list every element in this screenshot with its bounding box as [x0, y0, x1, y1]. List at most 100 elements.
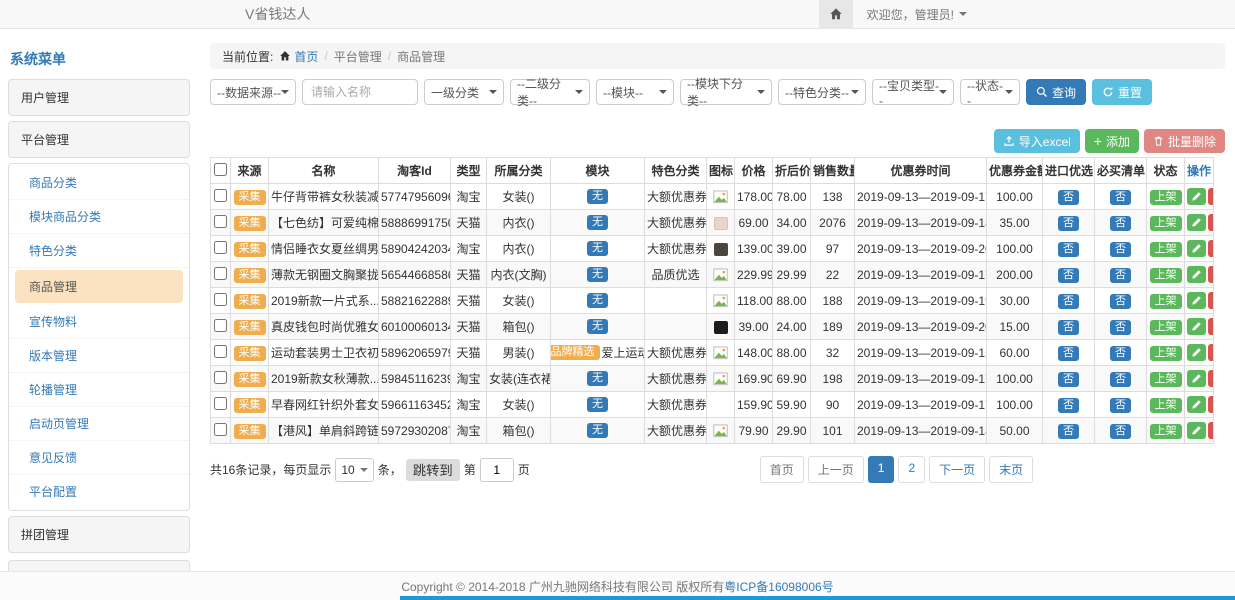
- filter-special-select[interactable]: --特色分类--: [778, 79, 866, 105]
- edit-button[interactable]: [1187, 422, 1206, 439]
- import-toggle[interactable]: 否: [1058, 398, 1079, 413]
- filter-level2-select[interactable]: --二级分类--: [510, 79, 590, 105]
- import-excel-button[interactable]: 导入excel: [994, 129, 1080, 153]
- edit-button[interactable]: [1187, 240, 1206, 257]
- jump-button[interactable]: 跳转到: [406, 459, 460, 481]
- batch-delete-button[interactable]: 批量删除: [1144, 129, 1225, 153]
- must-buy-toggle[interactable]: 否: [1110, 242, 1131, 257]
- add-button[interactable]: + 添加: [1085, 129, 1139, 153]
- must-buy-toggle[interactable]: 否: [1110, 320, 1131, 335]
- status-badge[interactable]: 上架: [1150, 190, 1182, 205]
- module-none-badge[interactable]: 无: [587, 267, 608, 282]
- module-none-badge[interactable]: 无: [587, 371, 608, 386]
- delete-button[interactable]: [1208, 318, 1214, 335]
- page-button-首页[interactable]: 首页: [760, 456, 804, 483]
- edit-button[interactable]: [1187, 188, 1206, 205]
- row-checkbox[interactable]: [214, 345, 227, 358]
- import-toggle[interactable]: 否: [1058, 242, 1079, 257]
- module-none-badge[interactable]: 无: [587, 319, 608, 334]
- row-checkbox[interactable]: [214, 423, 227, 436]
- filter-item-type-select[interactable]: --宝贝类型--: [872, 79, 954, 105]
- edit-button[interactable]: [1187, 344, 1206, 361]
- page-button-1[interactable]: 1: [868, 456, 895, 483]
- status-badge[interactable]: 上架: [1150, 294, 1182, 309]
- module-none-badge[interactable]: 无: [587, 293, 608, 308]
- sidebar-item-1[interactable]: 模块商品分类: [9, 200, 189, 234]
- row-checkbox[interactable]: [214, 293, 227, 306]
- must-buy-toggle[interactable]: 否: [1110, 294, 1131, 309]
- sidebar-item-4[interactable]: 宣传物料: [9, 305, 189, 339]
- delete-button[interactable]: [1208, 188, 1214, 205]
- must-buy-toggle[interactable]: 否: [1110, 216, 1131, 231]
- filter-module-select[interactable]: --模块--: [596, 79, 674, 105]
- edit-button[interactable]: [1187, 266, 1206, 283]
- row-checkbox[interactable]: [214, 397, 227, 410]
- must-buy-toggle[interactable]: 否: [1110, 346, 1131, 361]
- module-none-badge[interactable]: 无: [587, 241, 608, 256]
- bottom-scrollbar[interactable]: [400, 596, 1235, 600]
- edit-button[interactable]: [1187, 318, 1206, 335]
- delete-button[interactable]: [1208, 396, 1214, 413]
- user-menu[interactable]: 欢迎您，管理员!: [867, 6, 967, 23]
- edit-button[interactable]: [1187, 214, 1206, 231]
- must-buy-toggle[interactable]: 否: [1110, 268, 1131, 283]
- query-button[interactable]: 查询: [1026, 79, 1086, 105]
- must-buy-toggle[interactable]: 否: [1110, 398, 1131, 413]
- home-button[interactable]: [819, 0, 853, 28]
- module-badge[interactable]: 品牌精选: [551, 345, 600, 360]
- status-badge[interactable]: 上架: [1150, 320, 1182, 335]
- delete-button[interactable]: [1208, 292, 1214, 309]
- module-none-badge[interactable]: 无: [587, 215, 608, 230]
- status-badge[interactable]: 上架: [1150, 372, 1182, 387]
- row-checkbox[interactable]: [214, 189, 227, 202]
- filter-source-select[interactable]: --数据来源--: [210, 79, 296, 105]
- select-all-checkbox[interactable]: [214, 163, 227, 176]
- row-checkbox[interactable]: [214, 319, 227, 332]
- import-toggle[interactable]: 否: [1058, 216, 1079, 231]
- filter-module-sub-select[interactable]: --模块下分类--: [680, 79, 772, 105]
- row-checkbox[interactable]: [214, 215, 227, 228]
- module-none-badge[interactable]: 无: [587, 189, 608, 204]
- page-button-下一页[interactable]: 下一页: [929, 456, 985, 483]
- row-checkbox[interactable]: [214, 241, 227, 254]
- import-toggle[interactable]: 否: [1058, 372, 1079, 387]
- status-badge[interactable]: 上架: [1150, 216, 1182, 231]
- import-toggle[interactable]: 否: [1058, 268, 1079, 283]
- edit-button[interactable]: [1187, 370, 1206, 387]
- delete-button[interactable]: [1208, 266, 1214, 283]
- sidebar-item-7[interactable]: 启动页管理: [9, 407, 189, 441]
- delete-button[interactable]: [1208, 344, 1214, 361]
- edit-button[interactable]: [1187, 292, 1206, 309]
- filter-status-select[interactable]: --状态--: [960, 79, 1020, 105]
- filter-level1-select[interactable]: 一级分类: [424, 79, 504, 105]
- page-button-末页[interactable]: 末页: [989, 456, 1033, 483]
- delete-button[interactable]: [1208, 240, 1214, 257]
- status-badge[interactable]: 上架: [1150, 242, 1182, 257]
- status-badge[interactable]: 上架: [1150, 424, 1182, 439]
- status-badge[interactable]: 上架: [1150, 268, 1182, 283]
- sidebar-item-0[interactable]: 商品分类: [9, 166, 189, 200]
- delete-button[interactable]: [1208, 422, 1214, 439]
- sidebar-group-platform[interactable]: 平台管理: [8, 121, 190, 158]
- delete-button[interactable]: [1208, 214, 1214, 231]
- icp-link[interactable]: 粤ICP备16098006号: [724, 578, 833, 595]
- sidebar-group-users[interactable]: 用户管理: [8, 79, 190, 116]
- jump-page-input[interactable]: [480, 458, 514, 482]
- sidebar-item-9[interactable]: 平台配置: [9, 475, 189, 508]
- row-checkbox[interactable]: [214, 371, 227, 384]
- page-button-2[interactable]: 2: [898, 456, 925, 483]
- import-toggle[interactable]: 否: [1058, 346, 1079, 361]
- import-toggle[interactable]: 否: [1058, 320, 1079, 335]
- edit-button[interactable]: [1187, 396, 1206, 413]
- page-button-上一页[interactable]: 上一页: [808, 456, 864, 483]
- sidebar-item-2[interactable]: 特色分类: [9, 234, 189, 268]
- filter-name-input[interactable]: [302, 79, 418, 105]
- status-badge[interactable]: 上架: [1150, 346, 1182, 361]
- import-toggle[interactable]: 否: [1058, 294, 1079, 309]
- delete-button[interactable]: [1208, 370, 1214, 387]
- sidebar-item-6[interactable]: 轮播管理: [9, 373, 189, 407]
- sidebar-item-3[interactable]: 商品管理: [15, 270, 183, 303]
- must-buy-toggle[interactable]: 否: [1110, 190, 1131, 205]
- sidebar-item-5[interactable]: 版本管理: [9, 339, 189, 373]
- status-badge[interactable]: 上架: [1150, 398, 1182, 413]
